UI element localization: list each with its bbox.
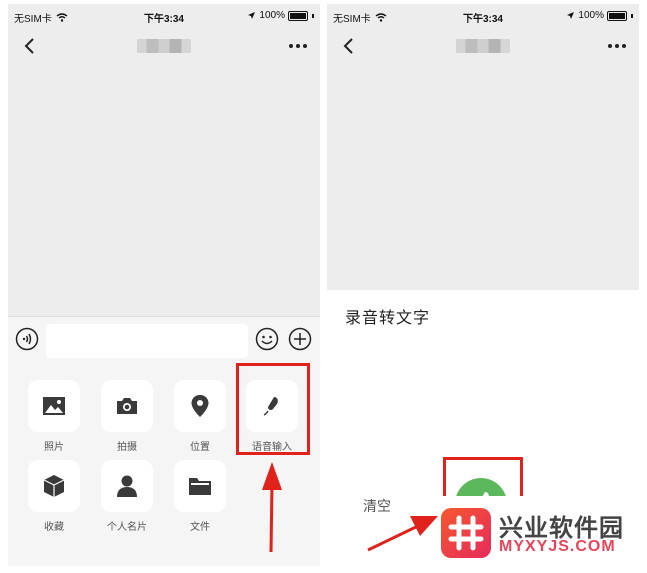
annotation-arrows	[262, 462, 438, 553]
arrow-up-red	[262, 462, 282, 553]
arrow-right-red	[367, 516, 438, 552]
